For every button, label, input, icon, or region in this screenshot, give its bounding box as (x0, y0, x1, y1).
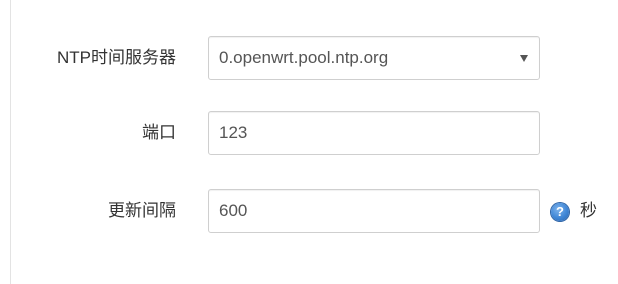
ntp-settings-panel: NTP时间服务器 0.openwrt.pool.ntp.org 端口 更新间隔 … (0, 0, 618, 284)
update-interval-input[interactable] (208, 189, 540, 233)
port-label: 端口 (142, 123, 176, 142)
chevron-down-icon (520, 55, 528, 62)
update-interval-unit: 秒 (580, 201, 597, 220)
port-row: 端口 (0, 111, 618, 155)
ntp-server-select[interactable]: 0.openwrt.pool.ntp.org (208, 36, 540, 80)
ntp-server-selected-value: 0.openwrt.pool.ntp.org (219, 48, 389, 67)
ntp-server-row: NTP时间服务器 0.openwrt.pool.ntp.org (0, 36, 618, 80)
help-icon[interactable]: ? (551, 203, 569, 221)
ntp-server-label: NTP时间服务器 (57, 48, 176, 67)
update-interval-label: 更新间隔 (108, 201, 176, 220)
update-interval-row: 更新间隔 ? 秒 (0, 189, 618, 233)
port-input[interactable] (208, 111, 540, 155)
